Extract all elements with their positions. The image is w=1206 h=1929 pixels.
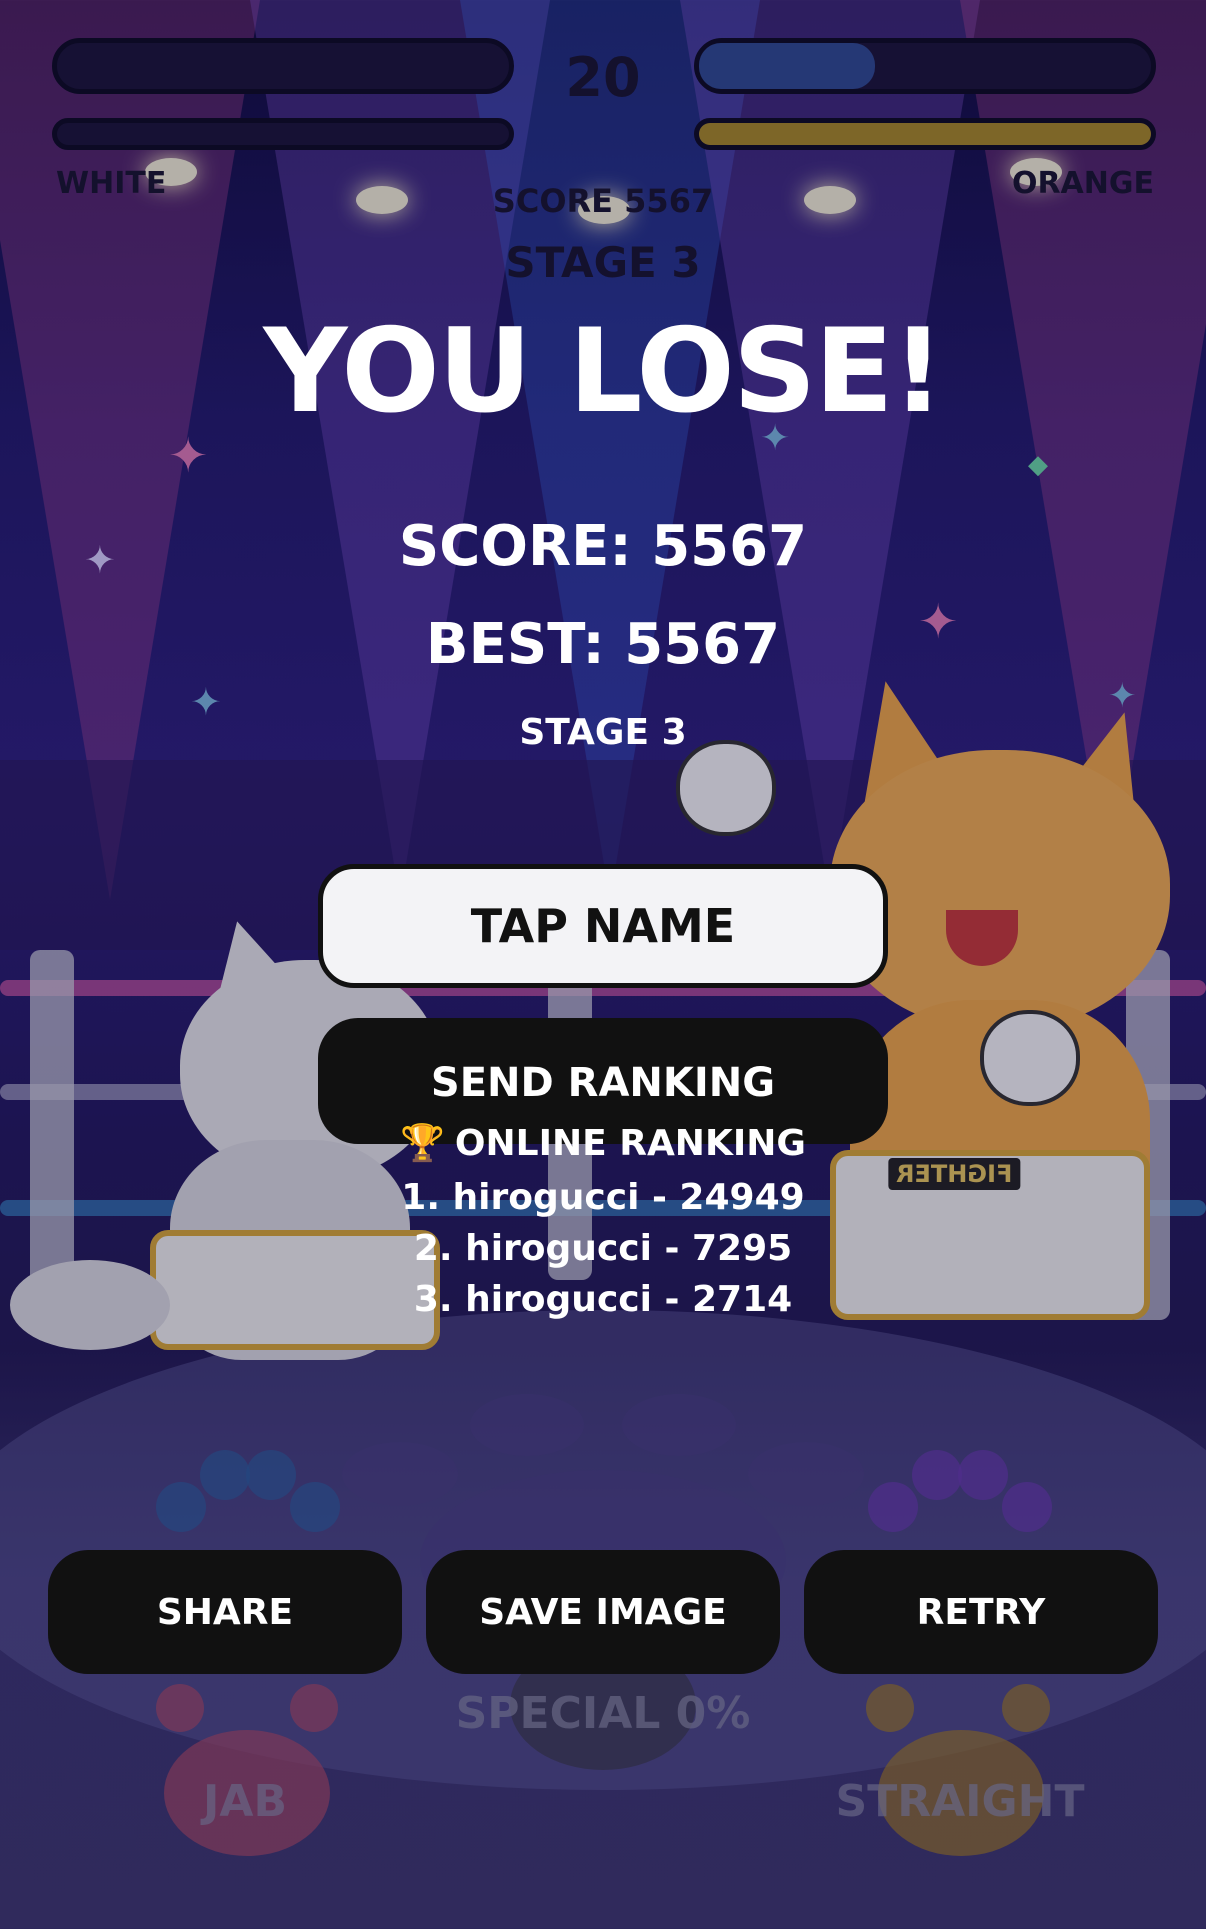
save-image-button[interactable]: SAVE IMAGE	[426, 1550, 780, 1674]
online-ranking: 🏆 ONLINE RANKING 1. hirogucci - 24949 2. …	[0, 1116, 1206, 1325]
final-score: SCORE: 5567	[398, 514, 808, 579]
ranking-entry: 2. hirogucci - 7295	[413, 1228, 793, 1269]
result-title: YOU LOSE!	[263, 304, 944, 439]
retry-button[interactable]: RETRY	[804, 1550, 1158, 1674]
ranking-entry: 3. hirogucci - 2714	[413, 1279, 793, 1320]
player-name-input[interactable]	[318, 864, 888, 988]
best-score: BEST: 5567	[425, 612, 781, 677]
ranking-header-label: ONLINE RANKING	[454, 1123, 806, 1164]
trophy-icon: 🏆	[400, 1123, 445, 1164]
share-button[interactable]: SHARE	[48, 1550, 402, 1674]
ranking-header: 🏆 ONLINE RANKING	[0, 1116, 1206, 1172]
final-stage: STAGE 3	[519, 712, 687, 753]
ranking-entry: 1. hirogucci - 24949	[401, 1177, 805, 1218]
